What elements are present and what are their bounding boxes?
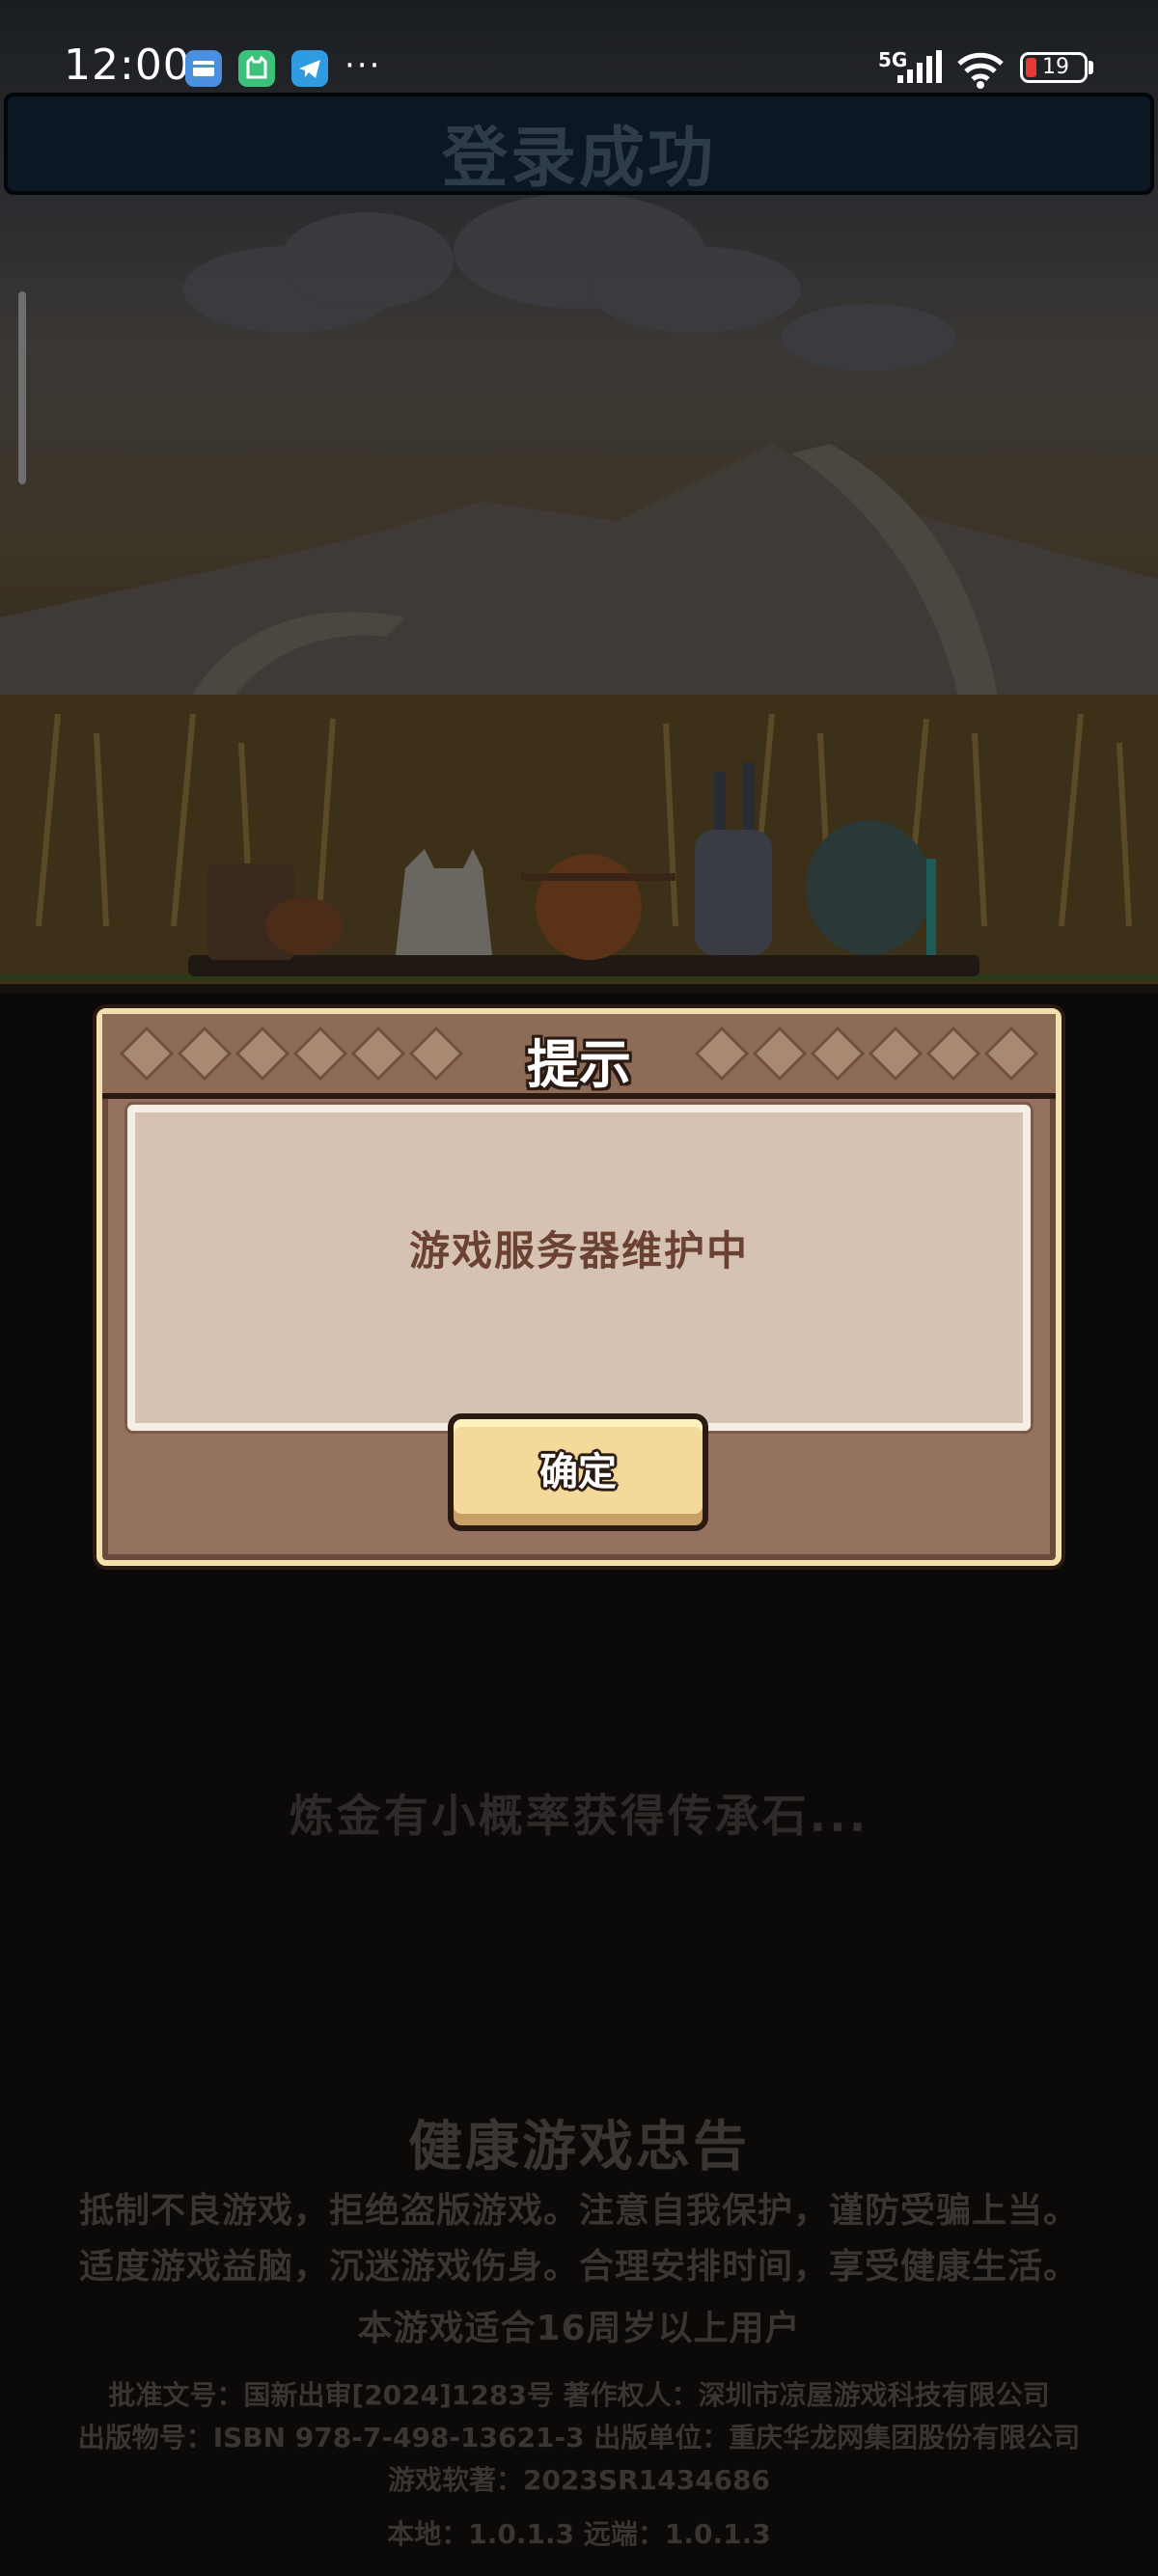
- version-info: 本地：1.0.1.3 远端：1.0.1.3: [387, 2518, 771, 2550]
- publishing-info-line-3: 游戏软著：2023SR1434686: [387, 2464, 771, 2496]
- cat-app-icon: [238, 50, 275, 87]
- age-rating-text: 本游戏适合16周岁以上用户: [357, 2309, 801, 2348]
- dialog-title: 提示: [527, 1034, 631, 1095]
- publishing-info-line-2: 出版物号：ISBN 978-7-498-13621-3 出版单位：重庆华龙网集团…: [77, 2422, 1081, 2453]
- health-notice-line-2: 适度游戏益脑，沉迷游戏伤身。合理安排时间，享受健康生活。: [78, 2247, 1079, 2287]
- notice-dialog: 提示 游戏服务器维护中 确定: [96, 1008, 1062, 1566]
- loading-tip-text: 炼金有小概率获得传承石...: [289, 1790, 869, 1842]
- login-success-banner: 登录成功: [4, 93, 1154, 197]
- more-notifications-icon: ···: [345, 46, 382, 85]
- scrollbar-thumb[interactable]: [18, 291, 26, 484]
- login-success-text: 登录成功: [441, 121, 716, 197]
- battery-icon: 19: [1020, 52, 1088, 83]
- health-notice-line-1: 抵制不良游戏，拒绝盗版游戏。注意自我保护，谨防受骗上当。: [78, 2191, 1079, 2231]
- battery-percent: 19: [1042, 55, 1069, 79]
- dialog-message-panel: 游戏服务器维护中: [127, 1105, 1031, 1431]
- battery-level-fill: [1026, 58, 1036, 77]
- game-scene-background: 登录成功: [0, 0, 1158, 994]
- publishing-info-line-1: 批准文号：国新出审[2024]1283号 著作权人：深圳市凉屋游戏科技有限公司: [108, 2379, 1050, 2411]
- dialog-message: 游戏服务器维护中: [408, 1227, 749, 1274]
- telegram-icon: [291, 50, 328, 87]
- status-bar: 12:00 ··· 5G 19: [0, 0, 1158, 96]
- dialog-header: 提示: [102, 1014, 1056, 1099]
- signal-icon: [897, 50, 942, 83]
- wifi-icon: [957, 52, 1004, 89]
- confirm-button[interactable]: 确定: [448, 1413, 708, 1531]
- mail-icon: [185, 50, 222, 87]
- status-time: 12:00: [64, 41, 191, 90]
- health-notice-title: 健康游戏忠告: [408, 2116, 750, 2179]
- battery-tip: [1089, 61, 1093, 74]
- confirm-button-label: 确定: [539, 1450, 617, 1494]
